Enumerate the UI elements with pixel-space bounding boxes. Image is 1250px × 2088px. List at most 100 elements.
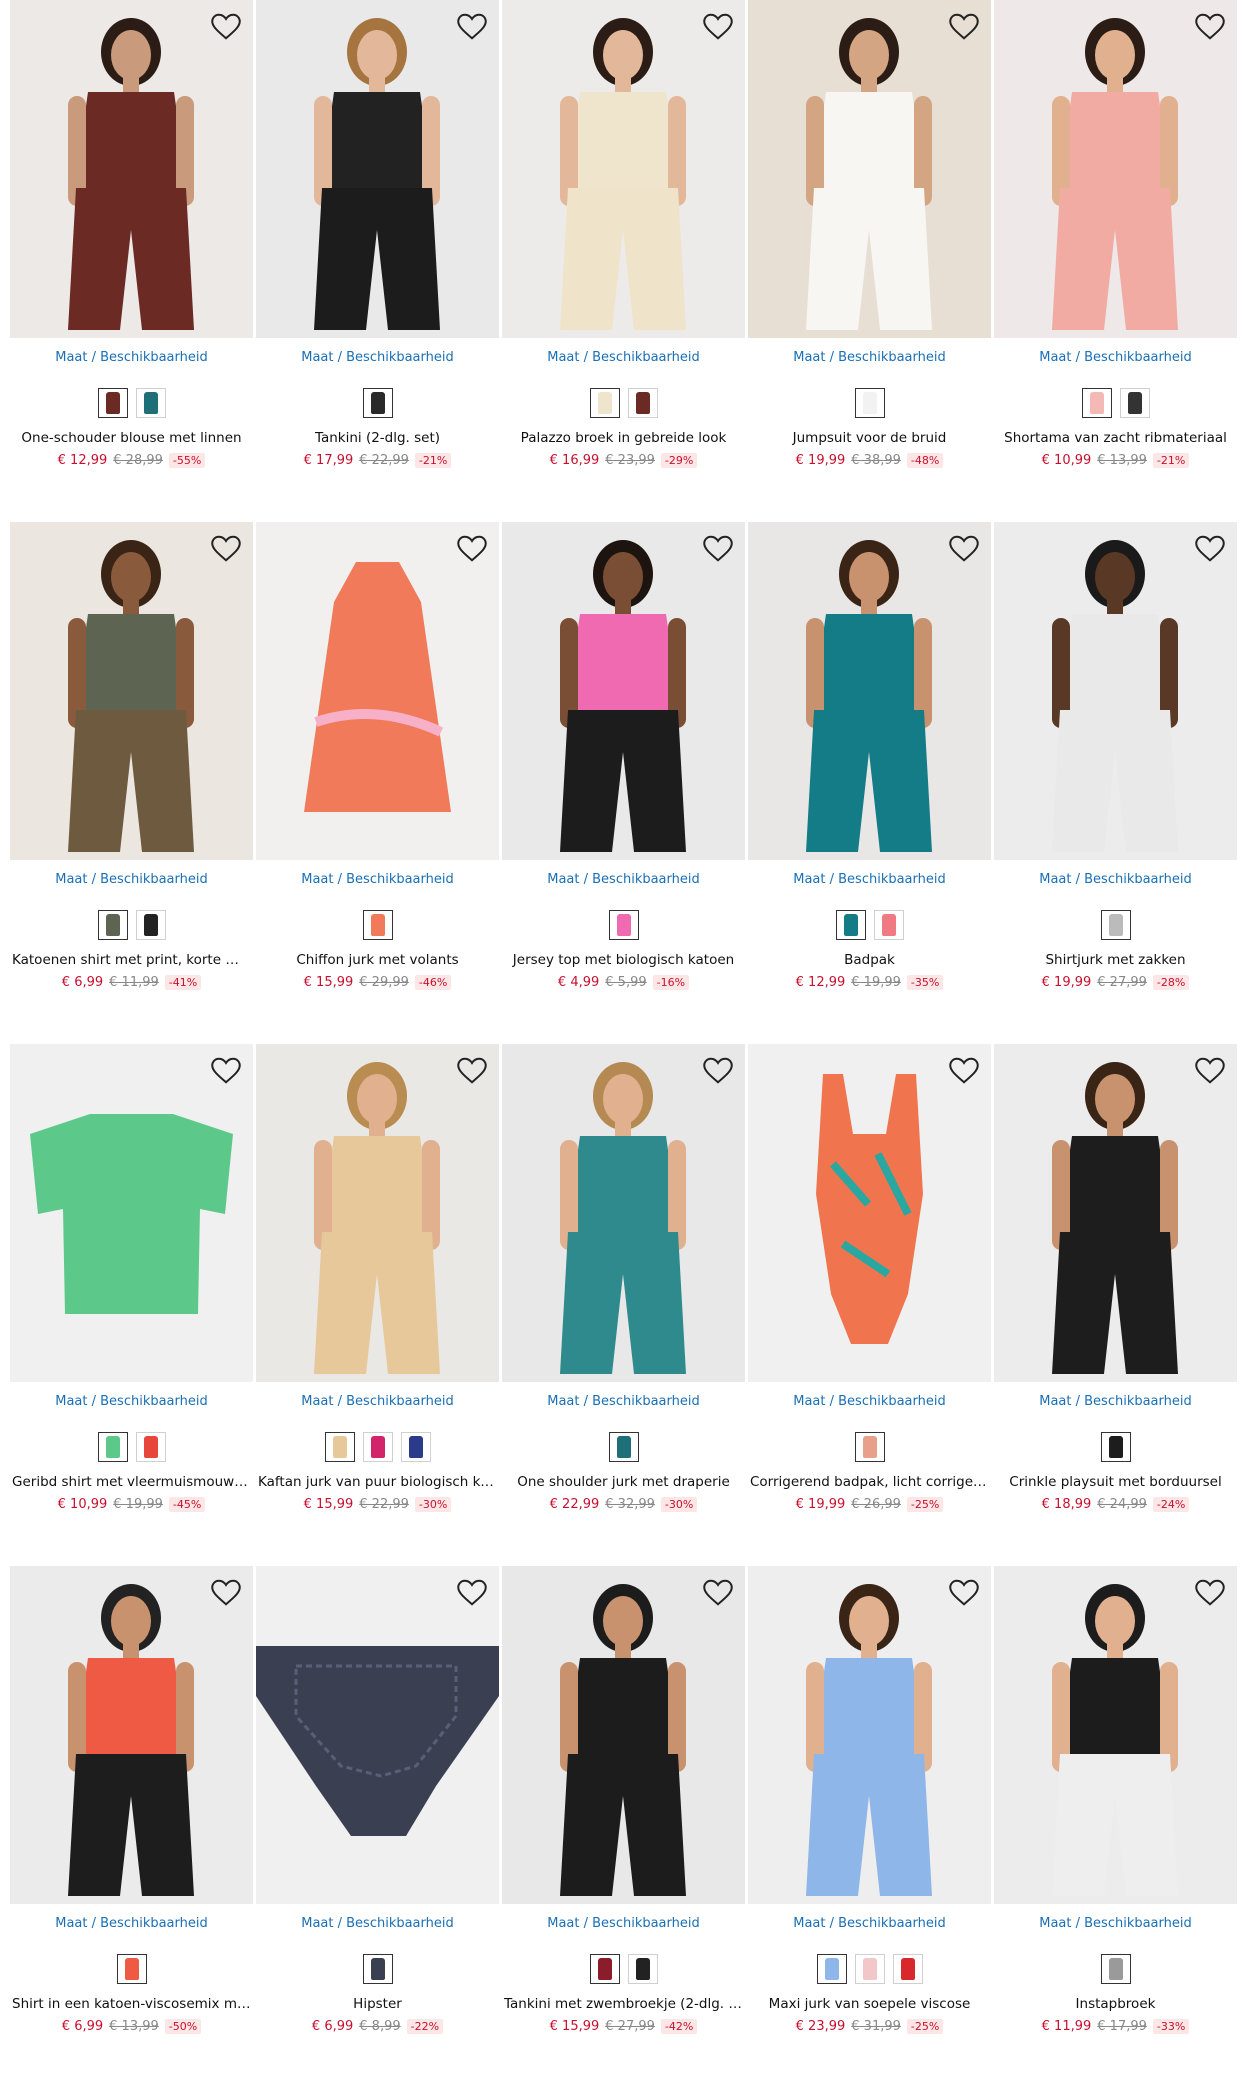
product-name[interactable]: Kaftan jurk van puur biologisch katoen — [256, 1474, 499, 1492]
product-card[interactable]: Maat / Beschikbaarheid One-schouder blous… — [10, 0, 253, 522]
color-swatch[interactable] — [1100, 1432, 1131, 1462]
color-swatch[interactable] — [892, 1954, 923, 1984]
product-name[interactable]: Badpak — [748, 952, 991, 970]
wishlist-heart-icon[interactable] — [701, 10, 735, 44]
size-availability-link[interactable]: Maat / Beschikbaarheid — [256, 1394, 499, 1412]
product-image[interactable] — [502, 1566, 745, 1904]
size-availability-link[interactable]: Maat / Beschikbaarheid — [994, 1916, 1237, 1934]
size-availability-link[interactable]: Maat / Beschikbaarheid — [748, 350, 991, 368]
product-name[interactable]: Hipster — [256, 1996, 499, 2014]
wishlist-heart-icon[interactable] — [1193, 1576, 1227, 1610]
color-swatch[interactable] — [835, 910, 866, 940]
product-name[interactable]: Shirtjurk met zakken — [994, 952, 1237, 970]
wishlist-heart-icon[interactable] — [209, 10, 243, 44]
color-swatch[interactable] — [97, 910, 128, 940]
product-card[interactable]: Maat / Beschikbaarheid Shirt in een katoe… — [10, 1566, 253, 2088]
product-image[interactable] — [748, 522, 991, 860]
product-card[interactable]: Maat / Beschikbaarheid Instapbroek € 11,99… — [994, 1566, 1237, 2088]
size-availability-link[interactable]: Maat / Beschikbaarheid — [502, 1394, 745, 1412]
product-name[interactable]: Geribd shirt met vleermuismouwen — [10, 1474, 253, 1492]
color-swatch[interactable] — [135, 910, 166, 940]
size-availability-link[interactable]: Maat / Beschikbaarheid — [994, 872, 1237, 890]
wishlist-heart-icon[interactable] — [947, 1054, 981, 1088]
product-image[interactable] — [256, 0, 499, 338]
wishlist-heart-icon[interactable] — [1193, 10, 1227, 44]
wishlist-heart-icon[interactable] — [209, 1576, 243, 1610]
product-card[interactable]: Maat / Beschikbaarheid Shirtjurk met zakk… — [994, 522, 1237, 1044]
product-name[interactable]: Shirt in een katoen-viscosemix met korte… — [10, 1996, 253, 2014]
color-swatch[interactable] — [362, 1432, 393, 1462]
wishlist-heart-icon[interactable] — [209, 532, 243, 566]
product-image[interactable] — [502, 0, 745, 338]
color-swatch[interactable] — [324, 1432, 355, 1462]
size-availability-link[interactable]: Maat / Beschikbaarheid — [256, 1916, 499, 1934]
size-availability-link[interactable]: Maat / Beschikbaarheid — [10, 1916, 253, 1934]
color-swatch[interactable] — [135, 388, 166, 418]
wishlist-heart-icon[interactable] — [701, 1054, 735, 1088]
product-card[interactable]: Maat / Beschikbaarheid Chiffon jurk met v… — [256, 522, 499, 1044]
color-swatch[interactable] — [627, 1954, 658, 1984]
product-image[interactable] — [994, 1044, 1237, 1382]
wishlist-heart-icon[interactable] — [455, 1576, 489, 1610]
product-card[interactable]: Maat / Beschikbaarheid Katoenen shirt met… — [10, 522, 253, 1044]
color-swatch[interactable] — [1119, 388, 1150, 418]
color-swatch[interactable] — [1100, 910, 1131, 940]
wishlist-heart-icon[interactable] — [1193, 1054, 1227, 1088]
product-card[interactable]: Maat / Beschikbaarheid Badpak € 12,99 € 19,… — [748, 522, 991, 1044]
color-swatch[interactable] — [362, 388, 393, 418]
size-availability-link[interactable]: Maat / Beschikbaarheid — [502, 350, 745, 368]
product-image[interactable] — [994, 522, 1237, 860]
product-card[interactable]: Maat / Beschikbaarheid Hipster € 6,99 € 8,9… — [256, 1566, 499, 2088]
wishlist-heart-icon[interactable] — [1193, 532, 1227, 566]
color-swatch[interactable] — [135, 1432, 166, 1462]
color-swatch[interactable] — [608, 1432, 639, 1462]
product-card[interactable]: Maat / Beschikbaarheid Palazzo broek in g… — [502, 0, 745, 522]
wishlist-heart-icon[interactable] — [455, 10, 489, 44]
product-name[interactable]: Crinkle playsuit met borduursel — [994, 1474, 1237, 1492]
size-availability-link[interactable]: Maat / Beschikbaarheid — [748, 1916, 991, 1934]
product-name[interactable]: One shoulder jurk met draperie — [502, 1474, 745, 1492]
color-swatch[interactable] — [97, 388, 128, 418]
color-swatch[interactable] — [627, 388, 658, 418]
size-availability-link[interactable]: Maat / Beschikbaarheid — [502, 872, 745, 890]
color-swatch[interactable] — [362, 1954, 393, 1984]
product-name[interactable]: One-schouder blouse met linnen — [10, 430, 253, 448]
product-image[interactable] — [994, 0, 1237, 338]
color-swatch[interactable] — [362, 910, 393, 940]
product-image[interactable] — [256, 1044, 499, 1382]
size-availability-link[interactable]: Maat / Beschikbaarheid — [10, 350, 253, 368]
size-availability-link[interactable]: Maat / Beschikbaarheid — [994, 1394, 1237, 1412]
wishlist-heart-icon[interactable] — [947, 532, 981, 566]
product-card[interactable]: Maat / Beschikbaarheid Kaftan jurk van pu… — [256, 1044, 499, 1566]
color-swatch[interactable] — [1081, 388, 1112, 418]
product-image[interactable] — [10, 1566, 253, 1904]
product-image[interactable] — [256, 1566, 499, 1904]
wishlist-heart-icon[interactable] — [701, 532, 735, 566]
product-name[interactable]: Instapbroek — [994, 1996, 1237, 2014]
product-image[interactable] — [748, 1044, 991, 1382]
color-swatch[interactable] — [816, 1954, 847, 1984]
product-name[interactable]: Shortama van zacht ribmateriaal — [994, 430, 1237, 448]
color-swatch[interactable] — [400, 1432, 431, 1462]
product-image[interactable] — [502, 1044, 745, 1382]
product-name[interactable]: Corrigerend badpak, licht corrigerend — [748, 1474, 991, 1492]
product-name[interactable]: Palazzo broek in gebreide look — [502, 430, 745, 448]
product-card[interactable]: Maat / Beschikbaarheid Maxi jurk van soep… — [748, 1566, 991, 2088]
product-image[interactable] — [502, 522, 745, 860]
product-card[interactable]: Maat / Beschikbaarheid Jersey top met bio… — [502, 522, 745, 1044]
size-availability-link[interactable]: Maat / Beschikbaarheid — [748, 872, 991, 890]
color-swatch[interactable] — [589, 388, 620, 418]
color-swatch[interactable] — [1100, 1954, 1131, 1984]
product-card[interactable]: Maat / Beschikbaarheid Shortama van zacht… — [994, 0, 1237, 522]
wishlist-heart-icon[interactable] — [455, 532, 489, 566]
size-availability-link[interactable]: Maat / Beschikbaarheid — [748, 1394, 991, 1412]
wishlist-heart-icon[interactable] — [947, 1576, 981, 1610]
product-card[interactable]: Maat / Beschikbaarheid Jumpsuit voor de b… — [748, 0, 991, 522]
product-card[interactable]: Maat / Beschikbaarheid Crinkle playsuit m… — [994, 1044, 1237, 1566]
product-image[interactable] — [748, 1566, 991, 1904]
wishlist-heart-icon[interactable] — [947, 10, 981, 44]
product-card[interactable]: Maat / Beschikbaarheid Tankini (2-dlg. se… — [256, 0, 499, 522]
size-availability-link[interactable]: Maat / Beschikbaarheid — [502, 1916, 745, 1934]
product-image[interactable] — [994, 1566, 1237, 1904]
color-swatch[interactable] — [589, 1954, 620, 1984]
